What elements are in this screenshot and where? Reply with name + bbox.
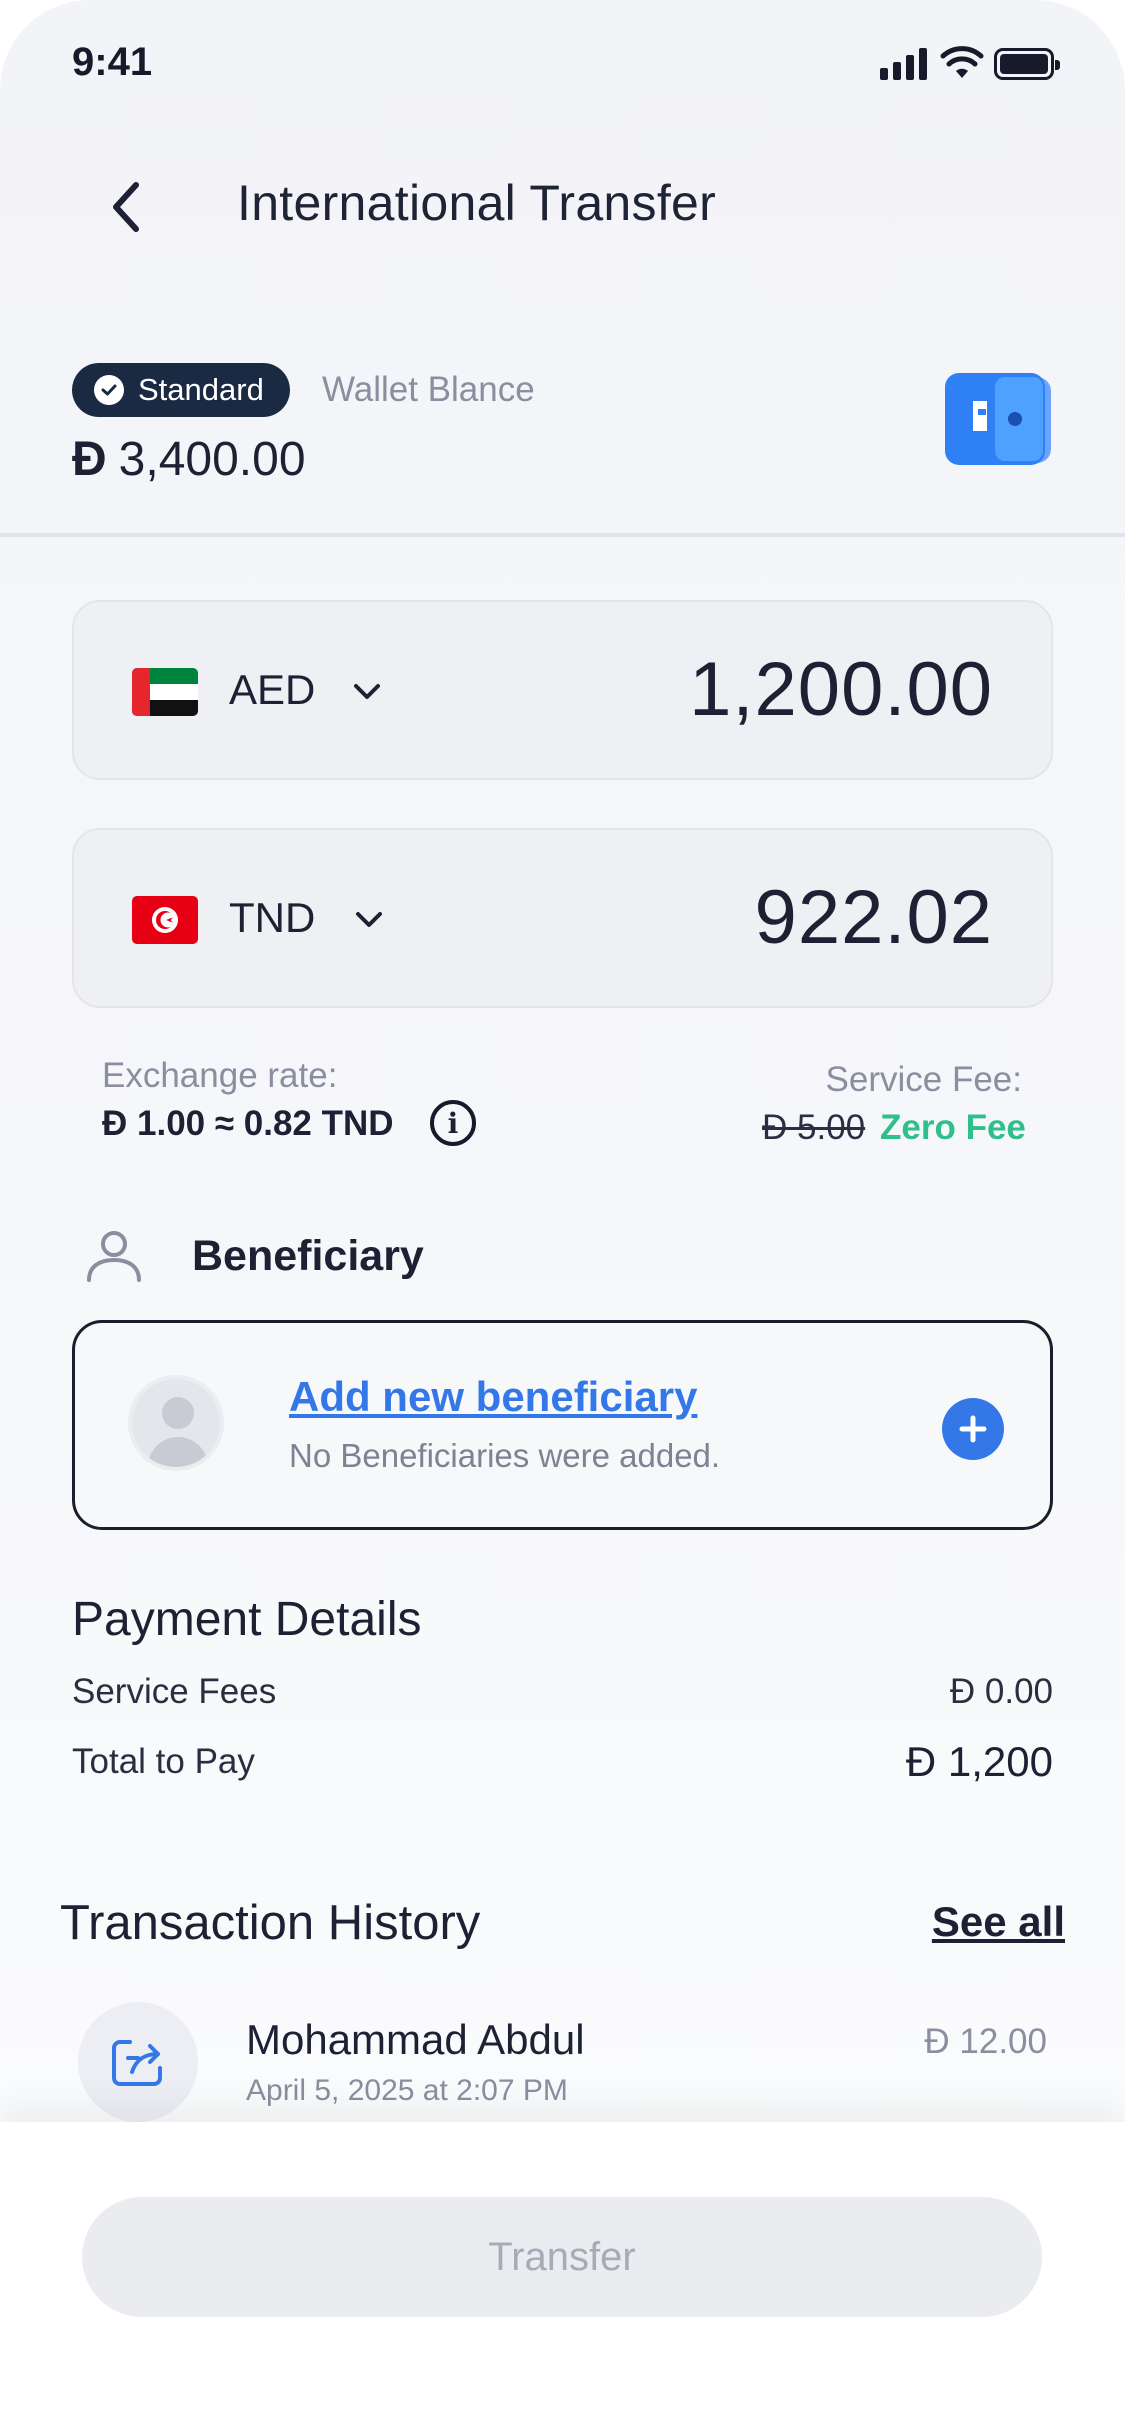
transfer-button[interactable]: Transfer bbox=[82, 2197, 1042, 2317]
to-currency-code[interactable]: TND bbox=[229, 894, 315, 942]
add-beneficiary-card[interactable]: Add new beneficiary No Beneficiaries wer… bbox=[72, 1320, 1053, 1530]
info-icon[interactable]: i bbox=[430, 1100, 476, 1146]
see-all-link[interactable]: See all bbox=[932, 1898, 1065, 1946]
tier-label: Standard bbox=[138, 372, 264, 407]
exchange-rate-value: Đ 1.00 ≈ 0.82 TND bbox=[102, 1104, 394, 1143]
page-title: International Transfer bbox=[237, 175, 717, 231]
add-beneficiary-button[interactable] bbox=[942, 1398, 1004, 1460]
from-currency-card[interactable]: AED 1,200.00 bbox=[72, 600, 1053, 780]
bottom-action-bar: Transfer bbox=[0, 2122, 1125, 2436]
plus-icon bbox=[959, 1415, 987, 1443]
transfer-screen: 9:41 International Transfer Standard Wal… bbox=[0, 0, 1125, 2436]
total-to-pay-value: Đ 1,200 bbox=[905, 1738, 1053, 1785]
service-fee-label: Service Fee: bbox=[825, 1060, 1022, 1099]
from-amount-input[interactable]: 1,200.00 bbox=[689, 646, 993, 733]
wallet-icon[interactable] bbox=[945, 373, 1053, 465]
chevron-left-icon bbox=[113, 182, 139, 232]
wifi-icon bbox=[940, 44, 984, 85]
back-button[interactable] bbox=[96, 172, 156, 242]
chevron-down-icon[interactable] bbox=[354, 910, 384, 930]
person-icon bbox=[84, 1228, 144, 1289]
section-divider bbox=[0, 533, 1125, 537]
transaction-history-title: Transaction History bbox=[60, 1896, 481, 1950]
to-currency-card[interactable]: TND 922.02 bbox=[72, 828, 1053, 1008]
no-beneficiaries-text: No Beneficiaries were added. bbox=[289, 1437, 721, 1474]
chevron-down-icon[interactable] bbox=[352, 682, 382, 702]
cellular-signal-icon bbox=[880, 46, 927, 80]
tunisia-flag-icon bbox=[132, 896, 198, 944]
transaction-name: Mohammad Abdul bbox=[246, 2016, 585, 2063]
battery-icon bbox=[994, 48, 1060, 80]
wallet-balance-label: Wallet Blance bbox=[322, 370, 535, 409]
transfer-out-icon bbox=[78, 2002, 198, 2122]
total-to-pay-label: Total to Pay bbox=[72, 1742, 255, 1781]
to-amount-value: 922.02 bbox=[754, 875, 993, 960]
exchange-rate-label: Exchange rate: bbox=[102, 1056, 338, 1095]
add-beneficiary-link[interactable]: Add new beneficiary bbox=[289, 1373, 697, 1421]
transaction-amount: Đ 12.00 bbox=[924, 2022, 1047, 2061]
verified-check-icon bbox=[94, 375, 124, 405]
service-fees-value: Đ 0.00 bbox=[949, 1672, 1053, 1711]
zero-fee-label: Zero Fee bbox=[880, 1108, 1026, 1147]
dirham-symbol: Đ bbox=[72, 433, 107, 486]
status-time: 9:41 bbox=[72, 40, 153, 84]
transaction-date: April 5, 2025 at 2:07 PM bbox=[246, 2074, 568, 2107]
tier-badge: Standard bbox=[72, 363, 290, 417]
from-currency-code[interactable]: AED bbox=[229, 666, 315, 714]
wallet-balance-value: 3,400.00 bbox=[118, 433, 306, 486]
wallet-balance: Đ 3,400.00 bbox=[72, 432, 306, 487]
uae-flag-icon bbox=[132, 668, 198, 716]
payment-details-title: Payment Details bbox=[72, 1593, 422, 1646]
service-fee-original: Đ 5.00 bbox=[762, 1108, 866, 1147]
avatar-placeholder-icon bbox=[128, 1375, 224, 1471]
beneficiary-title: Beneficiary bbox=[192, 1232, 424, 1280]
service-fees-label: Service Fees bbox=[72, 1672, 277, 1711]
